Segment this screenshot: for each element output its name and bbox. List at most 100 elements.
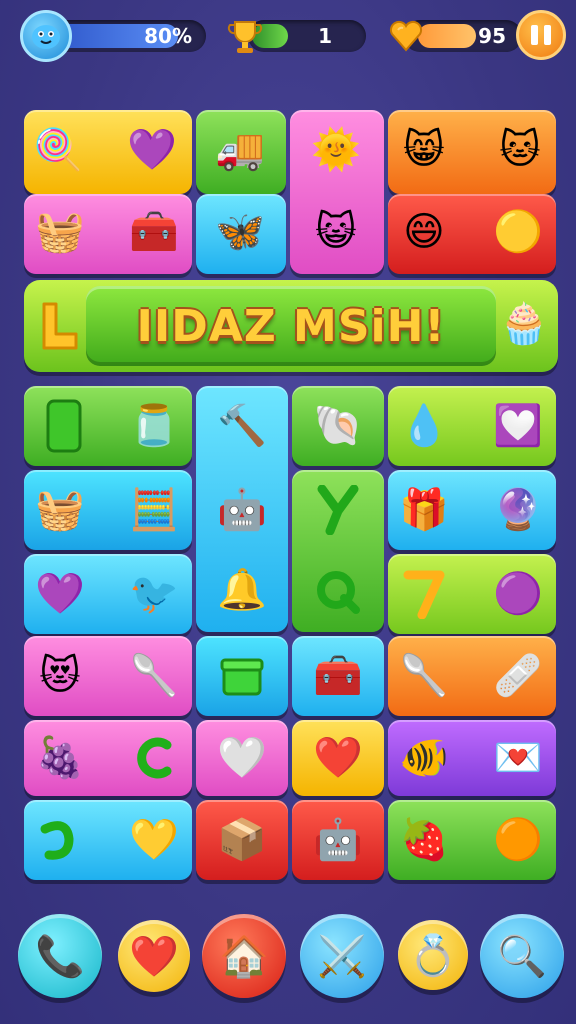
purple-face-icon: 🟣: [493, 571, 543, 617]
tile-orange[interactable]: 😸 🐱: [388, 110, 556, 194]
tile-lime-2[interactable]: 🟣: [388, 554, 556, 634]
progress-percent: 80%: [144, 24, 192, 48]
purple-cat-icon: 😺: [315, 209, 357, 255]
purple-drop-icon: 💧: [399, 403, 449, 449]
truck-icon: 🚚: [215, 127, 265, 173]
tile-red-2[interactable]: 📦: [196, 800, 288, 880]
tile-orange-2[interactable]: 🥄 🩹: [388, 636, 556, 716]
pink-heart-block-icon: 💟: [493, 403, 543, 449]
bandage-icon: 🩹: [493, 653, 543, 699]
tile-purple[interactable]: 🐠 💌: [388, 720, 556, 796]
tile-teal-2[interactable]: [196, 636, 288, 716]
tile-pink-2[interactable]: 😻 🥄: [24, 636, 192, 716]
strawberry-icon: 🍓: [399, 817, 449, 863]
tile-pink-tall[interactable]: 🌞 😺: [290, 110, 384, 274]
tile-green-5[interactable]: 🍓 🟠: [388, 800, 556, 880]
jar-icon: 🫙: [129, 403, 179, 449]
basket-icon: 🧺: [35, 487, 85, 533]
tile-green-4[interactable]: [292, 470, 384, 632]
green-c-icon: [124, 728, 184, 788]
heart-button[interactable]: ❤️: [118, 920, 190, 992]
cupcake-icon: 🧁: [499, 301, 549, 347]
shell-icon: 🐚: [313, 403, 363, 449]
banner-plate: IIDAZ MSiH!: [86, 286, 496, 366]
banner-title: IIDAZ MSiH!: [136, 300, 446, 352]
green-hammer-icon: 🔨: [217, 403, 267, 449]
yellow-l-block-icon: [30, 296, 90, 356]
blue-wings-icon: 🦋: [215, 209, 265, 255]
plum-icon: 🍇: [35, 735, 85, 781]
phone-button[interactable]: 📞: [18, 914, 102, 998]
tile-green[interactable]: 🚚: [196, 110, 286, 194]
ring-icon: 💍: [408, 932, 458, 979]
tile-green-3[interactable]: 🐚: [292, 386, 384, 466]
pink-envelope-icon: 💌: [493, 735, 543, 781]
green-q-icon: [308, 562, 368, 622]
sword-button[interactable]: ⚔️: [300, 914, 384, 998]
blue-spoon-icon: 🥄: [129, 653, 179, 699]
boy-face-icon: 😄: [403, 209, 445, 255]
heart-gem-icon: [384, 10, 428, 62]
red-heart-icon: ❤️: [313, 735, 363, 781]
orange-fish-icon: 🐠: [399, 735, 449, 781]
yellow-heart-icon: 💛: [129, 817, 179, 863]
tile-yellow[interactable]: 🍭 💜: [24, 110, 192, 194]
robot-box-icon: 🤖: [313, 817, 363, 863]
blue-blob-icon[interactable]: [20, 10, 72, 62]
tile-yellow-2[interactable]: ❤️: [292, 720, 384, 796]
bell-face-icon: 🔔: [217, 567, 267, 613]
purple-cat-face-icon: 😻: [39, 653, 81, 699]
red-bird-icon: 🐦: [129, 571, 179, 617]
tile-cyan-5[interactable]: 💛: [24, 800, 192, 880]
orange-spoon-icon: 🥄: [399, 653, 449, 699]
tile-cyan-4[interactable]: 🧰: [292, 636, 384, 716]
tile-teal[interactable]: 🧺 🧮: [24, 470, 192, 550]
sword-icon: ⚔️: [317, 933, 367, 980]
yellow-ball-icon: 🟡: [493, 209, 543, 255]
sun-face-icon: 🌞: [311, 127, 361, 173]
green-block-icon: [34, 396, 94, 456]
pause-button[interactable]: [516, 10, 566, 60]
tile-cyan-3[interactable]: 💜 🐦: [24, 554, 192, 634]
tile-red-3[interactable]: 🤖: [292, 800, 384, 880]
green-j-icon: [30, 810, 90, 870]
tile-cyan-tall[interactable]: 🔨 🤖 🔔: [196, 386, 288, 632]
purple-robot-icon: 🤖: [217, 487, 267, 533]
tile-pink-4[interactable]: 🤍: [196, 720, 288, 796]
trophy-icon: [222, 10, 268, 62]
top-hud: 80% 1 95: [0, 8, 576, 64]
purple-bulb-icon: 🔮: [493, 487, 543, 533]
abacus-icon: 🧮: [129, 487, 179, 533]
game-screen: 80% 1 95 🍭 💜 🧺 🧰 🚚 🦋 🌞 😺 😸 🐱 😄 🟡 IIDAZ M…: [0, 0, 576, 1024]
green-y-icon: [308, 480, 368, 540]
orange-ball-icon: 🟠: [493, 817, 543, 863]
tile-pink-3[interactable]: 🍇: [24, 720, 192, 796]
tile-lime[interactable]: 💧 💟: [388, 386, 556, 466]
ring-button[interactable]: 💍: [398, 920, 468, 990]
blue-cat-icon: 🐱: [499, 127, 541, 173]
tile-red[interactable]: 😄 🟡: [388, 194, 556, 274]
wand-button[interactable]: 🔍: [480, 914, 564, 998]
phone-icon: 📞: [35, 933, 85, 980]
tile-cyan-2[interactable]: 🎁 🔮: [388, 470, 556, 550]
purple-block-icon: 💜: [127, 127, 177, 173]
crate-icon: 🧺: [35, 209, 85, 255]
home-button[interactable]: 🏠: [202, 914, 286, 998]
heart-icon: ❤️: [129, 933, 179, 980]
purple-gift-icon: 🎁: [399, 487, 449, 533]
level-value: 1: [318, 24, 332, 48]
magic-wand-icon: 🔍: [497, 933, 547, 980]
blue-lunchbox-icon: 🧰: [313, 653, 363, 699]
title-banner: IIDAZ MSiH! 🧁: [24, 280, 558, 372]
crate-arrow-icon: 📦: [217, 817, 267, 863]
home-icon: 🏠: [219, 933, 269, 980]
white-heart-icon: 🤍: [217, 735, 267, 781]
green-box-icon: [212, 646, 272, 706]
gems-value: 95: [478, 24, 506, 48]
pause-icon: [531, 25, 538, 45]
blue-lollipop-icon: 🍭: [33, 127, 83, 173]
tile-cyan[interactable]: 🦋: [196, 194, 286, 274]
tile-green-2[interactable]: 🫙: [24, 386, 192, 466]
purple-heart-icon: 💜: [35, 571, 85, 617]
tile-pink[interactable]: 🧺 🧰: [24, 194, 192, 274]
